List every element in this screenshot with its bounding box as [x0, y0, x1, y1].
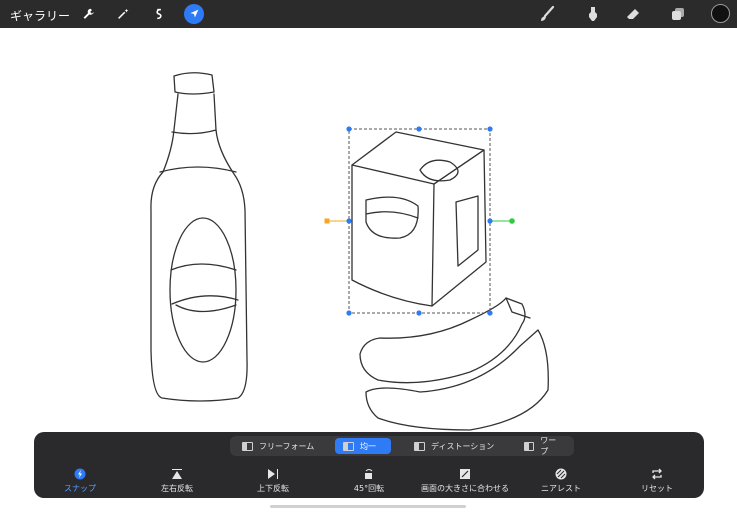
transform-panel: フリーフォーム 均一 ディストーション ワープ スナップ 左右反転 上下反転 4… [34, 432, 704, 498]
flip-horizontal-button[interactable]: 左右反転 [127, 468, 227, 494]
selection-bounding-box[interactable] [324, 126, 515, 316]
bottle-sketch [150, 72, 248, 402]
flip-vertical-icon [268, 469, 278, 479]
mode-label: フリーフォーム [259, 441, 315, 451]
mode-warp[interactable]: ワープ [516, 436, 570, 456]
warp-icon [524, 441, 535, 451]
rotate-45-button[interactable]: 45°回転 [319, 468, 419, 494]
banana-sketch [359, 297, 549, 431]
reset-icon [652, 468, 662, 480]
home-indicator [270, 505, 466, 508]
flip-vertical-button[interactable]: 上下反転 [223, 468, 323, 494]
nearest-button[interactable]: ニアレスト [511, 468, 611, 494]
mode-freeform[interactable]: フリーフォーム [234, 438, 330, 454]
snap-icon [74, 468, 86, 480]
rotate-45-icon [365, 469, 373, 479]
fit-to-screen-button[interactable]: 画面の大きさに合わせる [415, 468, 515, 494]
flip-horizontal-icon [172, 469, 182, 479]
fit-to-screen-icon [460, 469, 470, 479]
mode-label: ディストーション [431, 441, 495, 451]
nearest-icon [555, 468, 567, 480]
uniform-icon [343, 441, 354, 451]
reset-button[interactable]: リセット [607, 468, 707, 494]
mode-label: ワープ [540, 436, 557, 456]
mode-uniform[interactable]: 均一 [335, 438, 391, 454]
transform-mode-selector: フリーフォーム 均一 ディストーション ワープ [230, 436, 574, 456]
distort-icon [414, 441, 425, 451]
mode-label: 均一 [360, 441, 376, 451]
freeform-icon [242, 441, 253, 451]
mode-distort[interactable]: ディストーション [406, 438, 512, 454]
box-sketch [351, 131, 487, 307]
snap-button[interactable]: スナップ [30, 468, 130, 494]
